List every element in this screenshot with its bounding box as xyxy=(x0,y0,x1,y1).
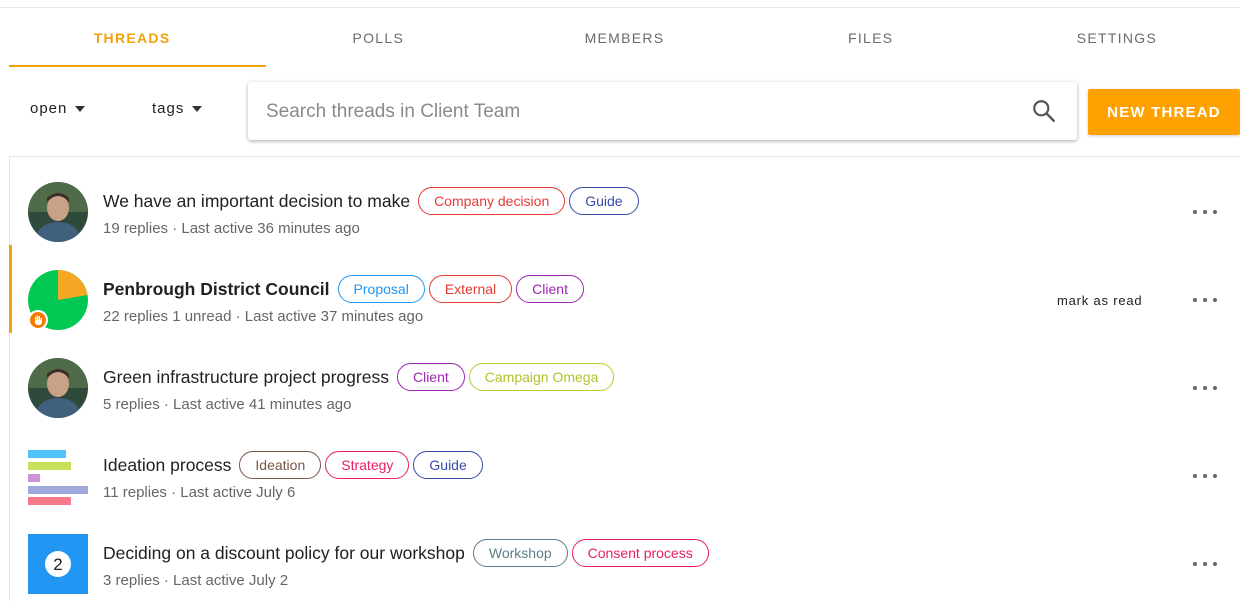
tab-bar: THREADS POLLS MEMBERS FILES SETTINGS xyxy=(9,8,1240,68)
tag-chip[interactable]: Guide xyxy=(569,187,639,215)
thread-meta: 22 replies 1 unread · Last active 37 min… xyxy=(103,308,424,325)
status-filter-label: open xyxy=(30,100,68,117)
thread-row[interactable]: Penbrough District Council Proposal Exte… xyxy=(9,245,1240,333)
thread-meta: 3 replies · Last active July 2 xyxy=(103,572,289,589)
tab-files[interactable]: FILES xyxy=(748,8,994,68)
tag-chip[interactable]: Consent process xyxy=(571,539,709,567)
tab-members[interactable]: MEMBERS xyxy=(501,8,747,68)
avatar xyxy=(28,358,88,418)
tab-threads[interactable]: THREADS xyxy=(9,8,255,68)
tag-chip[interactable]: Ideation xyxy=(239,451,322,479)
thread-meta: 19 replies · Last active 36 minutes ago xyxy=(103,220,360,237)
more-options-icon[interactable] xyxy=(1193,383,1217,393)
thread-row[interactable]: 2 Deciding on a discount policy for our … xyxy=(10,509,1240,597)
new-thread-button[interactable]: NEW THREAD xyxy=(1088,89,1240,135)
more-options-icon[interactable] xyxy=(1193,207,1217,217)
thread-row[interactable]: We have an important decision to make Co… xyxy=(10,157,1240,245)
tag-chip[interactable]: Proposal xyxy=(337,275,425,303)
thread-title[interactable]: Deciding on a discount policy for our wo… xyxy=(103,543,465,564)
active-tab-indicator xyxy=(9,65,266,67)
tags-filter-label: tags xyxy=(152,100,185,117)
thread-list: We have an important decision to make Co… xyxy=(9,156,1240,601)
tag-chip[interactable]: Strategy xyxy=(325,451,410,479)
thread-title-line: Deciding on a discount policy for our wo… xyxy=(103,539,709,567)
thread-meta: 11 replies · Last active July 6 xyxy=(103,484,296,501)
status-filter-dropdown[interactable]: open xyxy=(30,100,86,117)
thread-toolbar: open tags NEW THREAD xyxy=(0,82,1240,142)
thread-title-line: Green infrastructure project progress Cl… xyxy=(103,363,615,391)
tag-chip[interactable]: Client xyxy=(396,363,465,391)
thread-row[interactable]: Ideation process Ideation Strategy Guide… xyxy=(10,421,1240,509)
tags-filter-dropdown[interactable]: tags xyxy=(152,100,203,117)
thread-title[interactable]: We have an important decision to make xyxy=(103,191,410,212)
tag-chip[interactable]: Guide xyxy=(413,451,483,479)
unread-indicator xyxy=(9,245,12,333)
search-box xyxy=(248,82,1077,140)
tab-polls[interactable]: POLLS xyxy=(255,8,501,68)
more-options-icon[interactable] xyxy=(1193,295,1217,305)
count-badge-icon: 2 xyxy=(28,534,88,594)
thread-title[interactable]: Green infrastructure project progress xyxy=(103,367,389,388)
thread-title-line: Penbrough District Council Proposal Exte… xyxy=(103,275,584,303)
search-icon[interactable] xyxy=(1031,98,1057,124)
tag-chip[interactable]: External xyxy=(428,275,513,303)
avatar xyxy=(28,182,88,242)
avatar-count: 2 xyxy=(53,555,62,574)
tag-chip[interactable]: Campaign Omega xyxy=(468,363,615,391)
thread-row[interactable]: Green infrastructure project progress Cl… xyxy=(10,333,1240,421)
tab-settings[interactable]: SETTINGS xyxy=(994,8,1240,68)
more-options-icon[interactable] xyxy=(1193,559,1217,569)
caret-down-icon xyxy=(75,105,86,112)
mark-as-read-button[interactable]: mark as read xyxy=(1057,293,1142,308)
search-input[interactable] xyxy=(264,96,1008,128)
thread-title[interactable]: Penbrough District Council xyxy=(103,279,330,300)
thread-title-line: Ideation process Ideation Strategy Guide xyxy=(103,451,483,479)
tag-chip[interactable]: Client xyxy=(516,275,584,303)
tag-chip[interactable]: Workshop xyxy=(472,539,568,567)
thread-title-line: We have an important decision to make Co… xyxy=(103,187,639,215)
bar-chart-icon xyxy=(28,450,88,505)
proposal-pie-icon xyxy=(28,270,88,330)
thread-meta: 5 replies · Last active 41 minutes ago xyxy=(103,396,352,413)
caret-down-icon xyxy=(192,105,203,112)
more-options-icon[interactable] xyxy=(1193,471,1217,481)
thread-title[interactable]: Ideation process xyxy=(103,455,231,476)
tag-chip[interactable]: Company decision xyxy=(418,187,566,215)
